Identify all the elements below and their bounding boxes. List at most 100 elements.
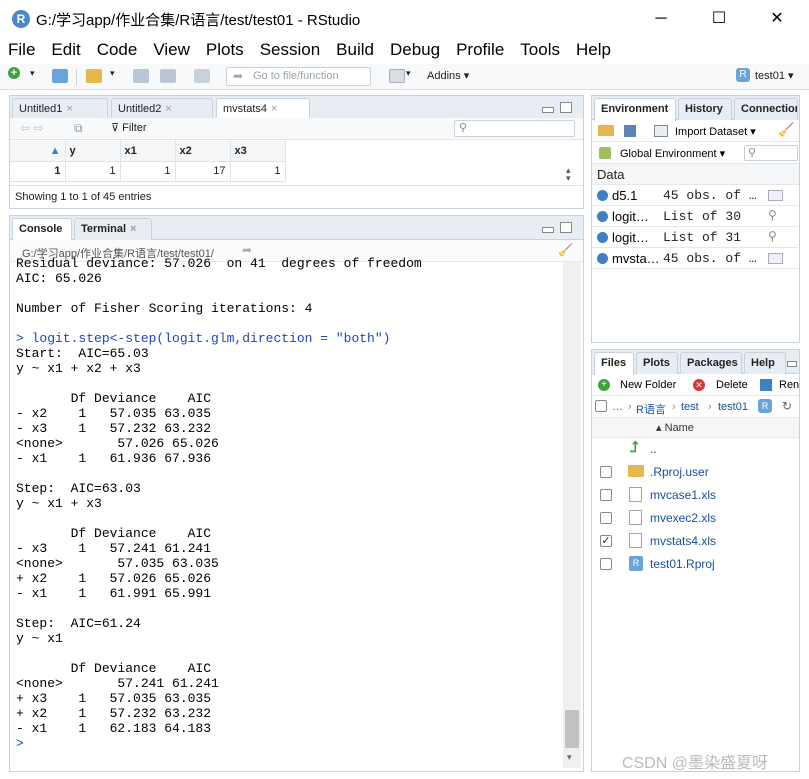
console-scrollbar[interactable]: ▾ bbox=[563, 262, 581, 768]
menu-plots[interactable]: Plots bbox=[206, 40, 244, 64]
menu-profile[interactable]: Profile bbox=[456, 40, 504, 64]
row-scroll-icon[interactable]: ▴ ▾ bbox=[566, 166, 571, 183]
data-search-input[interactable]: ⚲ bbox=[454, 120, 575, 137]
tab-environment[interactable]: Environment bbox=[594, 98, 676, 121]
file-checkbox[interactable]: ✓ bbox=[600, 535, 612, 547]
breadcrumb-item[interactable]: test bbox=[681, 401, 699, 413]
grid-layout-icon[interactable] bbox=[389, 69, 405, 83]
env-search-input[interactable]: ⚲ bbox=[744, 145, 798, 161]
maximize-pane-icon[interactable] bbox=[560, 102, 572, 113]
close-icon[interactable]: × bbox=[165, 103, 171, 115]
new-folder-button[interactable]: New Folder bbox=[620, 379, 676, 391]
column-header-name[interactable]: ▴ Name bbox=[656, 421, 694, 434]
list-item[interactable]: logit… List of 31 ⚲ bbox=[592, 227, 798, 248]
filter-button[interactable]: ⊽ Filter bbox=[111, 121, 147, 134]
list-item[interactable]: ✓ mvstats4.xls bbox=[592, 530, 798, 553]
scroll-down-icon[interactable]: ▾ bbox=[567, 752, 572, 763]
expand-icon[interactable] bbox=[597, 190, 608, 201]
minimize-pane-icon[interactable] bbox=[542, 107, 554, 113]
menu-debug[interactable]: Debug bbox=[390, 40, 440, 64]
expand-icon[interactable] bbox=[597, 253, 608, 264]
tab-plots[interactable]: Plots bbox=[636, 352, 678, 374]
column-header-x3[interactable]: x3 bbox=[230, 141, 286, 162]
expand-icon[interactable] bbox=[597, 232, 608, 243]
file-name[interactable]: mvstats4.xls bbox=[650, 534, 716, 548]
save-workspace-icon[interactable] bbox=[624, 125, 636, 137]
save-icon[interactable] bbox=[133, 69, 149, 83]
menu-session[interactable]: Session bbox=[260, 40, 320, 64]
file-checkbox[interactable] bbox=[600, 466, 612, 478]
sort-icon[interactable]: ▲ bbox=[10, 141, 66, 162]
save-all-icon[interactable] bbox=[160, 69, 176, 83]
list-item[interactable]: mvcase1.xls bbox=[592, 484, 798, 507]
menu-tools[interactable]: Tools bbox=[520, 40, 560, 64]
refresh-icon[interactable]: ↻ bbox=[782, 399, 792, 413]
grid-icon[interactable] bbox=[768, 190, 783, 201]
back-arrow-icon[interactable]: ⇦ ⇨ bbox=[20, 121, 43, 135]
close-icon[interactable]: × bbox=[66, 103, 72, 115]
file-checkbox[interactable] bbox=[600, 512, 612, 524]
maximize-button[interactable]: ☐ bbox=[704, 6, 734, 32]
print-icon[interactable] bbox=[194, 69, 210, 83]
menu-code[interactable]: Code bbox=[97, 40, 138, 64]
clear-console-icon[interactable]: 🧹 bbox=[558, 243, 573, 257]
minimize-button[interactable]: ─ bbox=[646, 6, 676, 32]
tab-terminal[interactable]: Terminal × bbox=[74, 218, 152, 240]
file-checkbox[interactable] bbox=[600, 558, 612, 570]
tab-untitled2[interactable]: Untitled2 × bbox=[111, 98, 213, 120]
open-folder-icon[interactable] bbox=[86, 69, 102, 83]
rename-button[interactable]: Ren bbox=[779, 379, 799, 391]
list-item[interactable]: d5.1 45 obs. of … bbox=[592, 185, 798, 206]
file-checkbox[interactable] bbox=[600, 489, 612, 501]
parent-directory[interactable]: .. bbox=[650, 442, 657, 456]
list-item[interactable]: logit… List of 30 ⚲ bbox=[592, 206, 798, 227]
select-all-checkbox[interactable] bbox=[595, 400, 607, 412]
grid-icon[interactable] bbox=[768, 253, 783, 264]
project-icon[interactable]: R bbox=[758, 399, 772, 413]
breadcrumb-item[interactable]: R语言 bbox=[636, 401, 666, 417]
minimize-pane-icon[interactable] bbox=[787, 361, 797, 367]
list-item[interactable]: R test01.Rproj bbox=[592, 553, 798, 576]
broom-icon[interactable]: 🧹 bbox=[778, 122, 794, 138]
chevron-down-icon[interactable]: ▾ bbox=[110, 68, 115, 79]
go-to-directory-icon[interactable]: ➦ bbox=[242, 243, 252, 257]
minimize-pane-icon[interactable] bbox=[542, 227, 554, 233]
menu-file[interactable]: File bbox=[8, 40, 35, 64]
list-item[interactable]: ⮥ .. bbox=[592, 438, 798, 461]
tab-connections[interactable]: Connections bbox=[734, 98, 798, 120]
delete-button[interactable]: Delete bbox=[716, 379, 748, 391]
import-dataset-button[interactable]: Import Dataset ▾ bbox=[675, 125, 756, 138]
list-item[interactable]: .Rproj.user bbox=[592, 461, 798, 484]
expand-icon[interactable] bbox=[597, 211, 608, 222]
new-project-icon[interactable] bbox=[52, 69, 68, 83]
menu-build[interactable]: Build bbox=[336, 40, 374, 64]
popout-icon[interactable]: ⧉ bbox=[74, 121, 83, 136]
go-to-file-input[interactable]: ➦ Go to file/function bbox=[226, 67, 371, 86]
column-header-x2[interactable]: x2 bbox=[175, 141, 231, 162]
close-icon[interactable]: × bbox=[130, 223, 136, 235]
scope-select[interactable]: Global Environment ▾ bbox=[620, 147, 725, 160]
file-name[interactable]: .Rproj.user bbox=[650, 465, 709, 479]
tab-help[interactable]: Help bbox=[744, 352, 786, 374]
scrollbar-thumb[interactable] bbox=[565, 710, 579, 748]
close-button[interactable]: ✕ bbox=[762, 6, 792, 32]
column-header-y[interactable]: y bbox=[65, 141, 121, 162]
search-icon[interactable]: ⚲ bbox=[768, 208, 777, 222]
list-item[interactable]: mvexec2.xls bbox=[592, 507, 798, 530]
tab-packages[interactable]: Packages bbox=[680, 352, 742, 374]
load-workspace-icon[interactable] bbox=[598, 125, 614, 136]
project-menu-button[interactable]: test01 ▾ bbox=[755, 69, 794, 82]
menu-edit[interactable]: Edit bbox=[51, 40, 80, 64]
menu-view[interactable]: View bbox=[153, 40, 190, 64]
new-file-icon[interactable]: + bbox=[8, 67, 20, 79]
tab-history[interactable]: History bbox=[678, 98, 732, 120]
breadcrumb-overflow[interactable]: … bbox=[612, 401, 623, 413]
list-item[interactable]: mvsta… 45 obs. of … bbox=[592, 248, 798, 269]
chevron-down-icon[interactable]: ▾ bbox=[406, 68, 411, 79]
file-name[interactable]: mvexec2.xls bbox=[650, 511, 716, 525]
addins-button[interactable]: Addins ▾ bbox=[427, 69, 469, 82]
console-output[interactable]: Residual deviance: 57.026 on 41 degrees … bbox=[16, 256, 564, 764]
breadcrumb-item[interactable]: test01 bbox=[718, 401, 748, 413]
search-icon[interactable]: ⚲ bbox=[768, 229, 777, 243]
file-name[interactable]: mvcase1.xls bbox=[650, 488, 716, 502]
